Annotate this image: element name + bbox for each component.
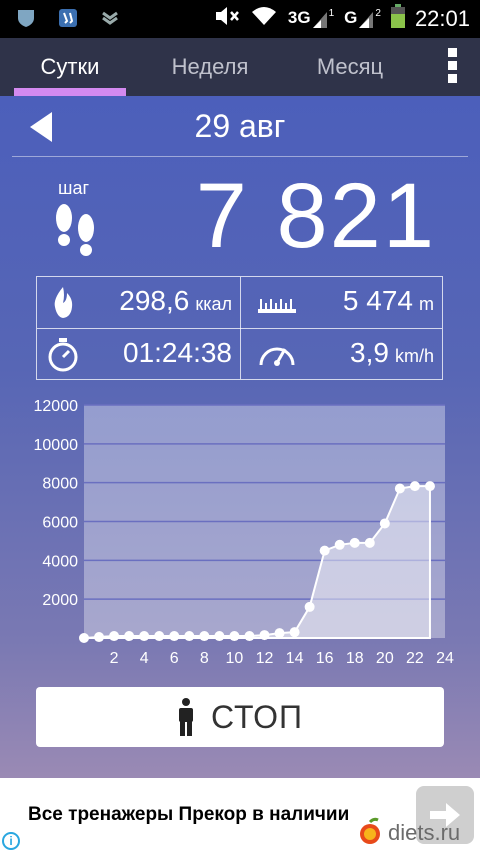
speedometer-icon: [259, 347, 295, 366]
chart-point: [184, 631, 195, 642]
x-tick-label: 18: [346, 650, 364, 667]
chart-point: [154, 631, 165, 642]
speed-value: 3,9: [350, 337, 389, 368]
clock: 22:01: [414, 6, 470, 31]
app-notification-icon: [56, 6, 80, 30]
x-tick-label: 6: [170, 650, 179, 667]
duration-value: 01:24:38: [123, 337, 232, 368]
signal-g-icon: G 2: [344, 8, 381, 30]
ad-info-icon[interactable]: i: [2, 832, 20, 850]
chart-point: [94, 632, 105, 643]
y-tick-label: 4000: [42, 553, 78, 570]
sim1-label: 1: [328, 8, 335, 19]
x-tick-label: 2: [110, 650, 119, 667]
main-panel: 29 авг шаг 7 821 298,6 ккал 5 474 m 01:24: [0, 96, 480, 778]
speed-unit: km/h: [394, 346, 434, 366]
x-tick-label: 20: [376, 650, 394, 667]
distance-value: 5 474: [342, 285, 413, 316]
chart-point: [109, 631, 120, 642]
ruler-icon: [258, 299, 296, 313]
chart-point: [289, 627, 300, 638]
chart-point: [379, 518, 390, 529]
divider: [12, 156, 468, 157]
x-tick-label: 10: [226, 650, 244, 667]
x-tick-label: 14: [286, 650, 304, 667]
ad-logo-text: diets.ru: [388, 820, 461, 845]
network-type-3g: 3G: [287, 8, 311, 27]
x-tick-label: 22: [406, 650, 424, 667]
person-icon: [178, 698, 193, 736]
wifi-icon: [250, 5, 278, 33]
tab-month[interactable]: Месяц: [290, 38, 410, 96]
network-type-g: G: [344, 8, 358, 27]
stop-button[interactable]: СТОП: [36, 687, 444, 747]
steps-label: шаг: [58, 178, 90, 198]
y-tick-label: 2000: [42, 592, 78, 609]
active-tab-indicator: [14, 88, 126, 96]
date-navigation: 29 авг: [0, 96, 480, 158]
chart-point: [349, 537, 360, 548]
chart-point: [169, 631, 180, 642]
chart-point: [229, 631, 240, 642]
y-tick-label: 10000: [34, 437, 79, 454]
y-tick-label: 12000: [34, 398, 79, 415]
chart-point: [409, 481, 420, 492]
distance-unit: m: [419, 294, 434, 314]
chart-point: [334, 539, 345, 550]
status-bar: 3G 1 G 2 22:01: [0, 0, 480, 38]
chart-point: [259, 630, 270, 641]
step-count: 7 821: [195, 165, 436, 267]
chart-point: [364, 537, 375, 548]
stop-button-label: СТОП: [210, 698, 304, 735]
chart-point: [394, 483, 405, 494]
chart-point: [124, 631, 135, 642]
stopwatch-icon: [48, 338, 78, 372]
flame-icon: [54, 287, 73, 318]
footprints-icon: [56, 204, 94, 256]
chart-point: [214, 631, 225, 642]
y-tick-label: 8000: [42, 476, 78, 493]
y-tick-label: 6000: [42, 515, 78, 532]
x-tick-label: 16: [316, 650, 334, 667]
calories-stat: 298,6 ккал: [119, 285, 232, 317]
chart-point: [424, 481, 435, 492]
overflow-menu-icon[interactable]: [444, 48, 460, 84]
chart-point: [199, 631, 210, 642]
sim2-label: 2: [375, 8, 381, 19]
chart-point: [274, 628, 285, 639]
signal-3g-icon: 3G 1: [288, 8, 334, 30]
tab-week[interactable]: Неделя: [150, 38, 270, 96]
chart-point: [79, 633, 89, 643]
shield-icon: [14, 6, 38, 30]
battery-icon: [390, 4, 405, 34]
chart-point: [244, 631, 255, 642]
diets-logo: diets.ru: [356, 816, 466, 854]
current-date: 29 авг: [194, 108, 286, 144]
distance-stat: 5 474 m: [343, 285, 434, 317]
calories-value: 298,6: [119, 285, 190, 316]
x-tick-label: 12: [256, 650, 274, 667]
mute-icon: [214, 5, 240, 33]
ad-text: Все тренажеры Прекор в наличии: [28, 804, 350, 825]
stats-grid: 298,6 ккал 5 474 m 01:24:38 3,9 km/h: [36, 276, 443, 380]
shield-check-icon: [98, 6, 122, 30]
x-tick-label: 24: [436, 650, 454, 667]
chart-point: [319, 545, 330, 556]
chart-point: [139, 631, 150, 642]
steps-chart: 200040006000800010000120002 4 6 8 10 12 14 16 18…: [34, 398, 455, 667]
calories-unit: ккал: [195, 294, 232, 314]
x-tick-label: 4: [140, 650, 149, 667]
x-tick-label: 8: [200, 650, 209, 667]
speed-stat: 3,9 km/h: [350, 337, 434, 369]
chart-point: [304, 601, 315, 612]
